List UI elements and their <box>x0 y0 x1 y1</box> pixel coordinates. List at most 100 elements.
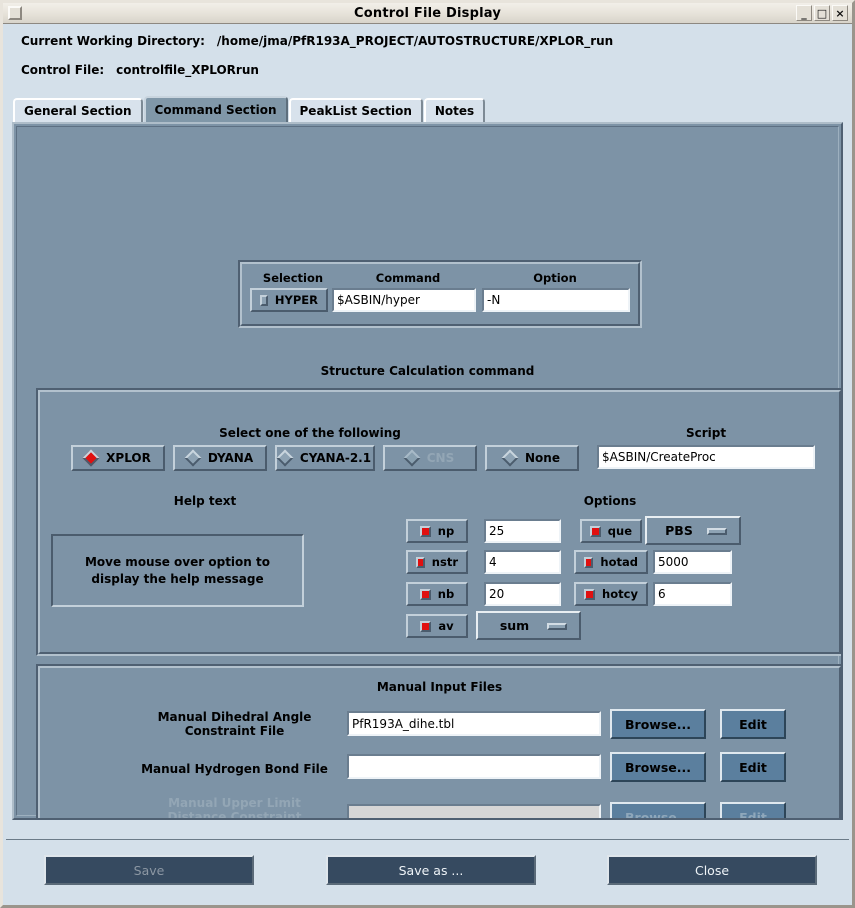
tab-general-section[interactable]: General Section <box>13 98 143 122</box>
option-que-checkbox[interactable]: que <box>580 519 642 543</box>
checkbox-icon <box>584 589 595 600</box>
hyper-label: HYPER <box>275 293 318 307</box>
radio-label: None <box>525 451 560 465</box>
option-hotcy-checkbox[interactable]: hotcy <box>574 582 648 606</box>
script-input[interactable]: $ASBIN/CreateProc <box>597 445 815 469</box>
save-as-button[interactable]: Save as ... <box>326 855 536 885</box>
checkbox-icon <box>590 526 601 537</box>
checkbox-icon <box>584 557 593 568</box>
help-text-label: Help text <box>60 494 350 508</box>
option-np-input[interactable]: 25 <box>484 519 561 543</box>
structure-calculation-title: Structure Calculation command <box>14 364 841 378</box>
minimize-icon[interactable]: _ <box>796 5 812 21</box>
radio-none[interactable]: None <box>485 445 579 471</box>
radio-label: XPLOR <box>106 451 151 465</box>
option-np-checkbox[interactable]: np <box>406 519 468 543</box>
option-label: nb <box>438 587 454 601</box>
window-title: Control File Display <box>3 6 852 21</box>
tab-notes[interactable]: Notes <box>424 98 485 122</box>
col-header-option: Option <box>480 271 630 285</box>
manual-hydrogen-bond-edit-button[interactable]: Edit <box>720 752 786 782</box>
option-nb-checkbox[interactable]: nb <box>406 582 468 606</box>
radio-diamond-icon <box>184 450 201 467</box>
tab-bar: General Section Command Section PeakList… <box>3 96 852 122</box>
manual-upper-limit-edit-button: Edit <box>720 802 786 820</box>
table-row: HYPER $ASBIN/hyper -N <box>242 285 638 312</box>
col-header-command: Command <box>336 271 480 285</box>
dropdown-indicator-icon <box>707 528 727 535</box>
label-line-2: Constraint File <box>112 724 357 738</box>
title-bar: Control File Display _ □ × <box>3 3 852 24</box>
help-text-line-1: Move mouse over option to <box>85 554 270 570</box>
tab-peaklist-section[interactable]: PeakList Section <box>289 98 423 122</box>
hyper-option-input[interactable]: -N <box>482 288 630 312</box>
structure-calculation-frame: Select one of the following XPLOR DYANA … <box>36 388 843 656</box>
manual-input-files-title: Manual Input Files <box>40 680 839 694</box>
option-av-dropdown[interactable]: sum <box>476 611 581 640</box>
label-line-1: Manual Dihedral Angle <box>112 710 357 724</box>
checkbox-icon <box>420 621 431 632</box>
cwd-value: /home/jma/PfR193A_PROJECT/AUTOSTRUCTURE/… <box>217 34 613 48</box>
option-nstr-input[interactable]: 4 <box>484 550 561 574</box>
radio-diamond-icon <box>403 450 420 467</box>
option-hotcy-input[interactable]: 6 <box>653 582 732 606</box>
radio-diamond-icon <box>276 450 293 467</box>
manual-dihedral-edit-button[interactable]: Edit <box>720 709 786 739</box>
command-table-header: Selection Command Option <box>242 264 638 285</box>
controlfile-label: Control File: <box>21 63 104 77</box>
controlfile-value: controlfile_XPLORrun <box>116 63 259 77</box>
option-label: np <box>438 524 454 538</box>
hyper-checkbox[interactable]: HYPER <box>250 288 328 312</box>
select-program-label: Select one of the following <box>60 426 560 440</box>
radio-dyana[interactable]: DYANA <box>173 445 267 471</box>
option-nstr-checkbox[interactable]: nstr <box>406 550 468 574</box>
option-que-dropdown[interactable]: PBS <box>645 516 741 545</box>
radio-label: CYANA-2.1 <box>300 451 371 465</box>
manual-hydrogen-bond-input[interactable] <box>347 754 601 779</box>
option-av-value: sum <box>500 618 529 633</box>
label-line-1: Manual Hydrogen Bond File <box>112 762 357 776</box>
manual-dihedral-input[interactable]: PfR193A_dihe.tbl <box>347 711 601 736</box>
option-hotad-checkbox[interactable]: hotad <box>574 550 648 574</box>
dropdown-indicator-icon <box>547 623 567 630</box>
radio-diamond-icon <box>83 450 100 467</box>
manual-dihedral-label: Manual Dihedral Angle Constraint File <box>112 710 357 739</box>
option-av-checkbox[interactable]: av <box>406 614 468 638</box>
option-nb-input[interactable]: 20 <box>484 582 561 606</box>
checkbox-icon <box>420 526 431 537</box>
radio-label: CNS <box>427 451 455 465</box>
label-line-2: Distance Constraint <box>112 810 357 820</box>
maximize-icon[interactable]: □ <box>814 5 830 21</box>
cwd-label: Current Working Directory: <box>21 34 205 48</box>
hyper-command-input[interactable]: $ASBIN/hyper <box>332 288 476 312</box>
manual-hydrogen-bond-browse-button[interactable]: Browse... <box>610 752 706 782</box>
window-menu-icon[interactable] <box>8 6 22 20</box>
col-header-selection: Selection <box>250 271 336 285</box>
option-que-value: PBS <box>665 523 693 538</box>
command-table: Selection Command Option HYPER $ASBIN/hy… <box>238 260 642 328</box>
checkbox-icon <box>416 557 425 568</box>
cwd-row: Current Working Directory: /home/jma/PfR… <box>21 34 852 48</box>
manual-input-files-frame: Manual Input Files Manual Dihedral Angle… <box>36 664 843 820</box>
radio-cns: CNS <box>383 445 477 471</box>
tab-command-section[interactable]: Command Section <box>144 96 288 122</box>
option-label: que <box>608 524 632 538</box>
option-label: hotad <box>600 555 638 569</box>
header-info: Current Working Directory: /home/jma/PfR… <box>3 24 852 96</box>
option-hotad-input[interactable]: 5000 <box>653 550 732 574</box>
manual-hydrogen-bond-label: Manual Hydrogen Bond File <box>112 762 357 776</box>
option-label: av <box>438 619 453 633</box>
checkbox-icon <box>260 295 268 306</box>
manual-dihedral-browse-button[interactable]: Browse... <box>610 709 706 739</box>
help-text-box: Move mouse over option to display the he… <box>51 534 304 607</box>
command-section-panel: Selection Command Option HYPER $ASBIN/hy… <box>12 122 843 820</box>
option-label: hotcy <box>602 587 638 601</box>
options-label: Options <box>510 494 710 508</box>
manual-upper-limit-label: Manual Upper Limit Distance Constraint F… <box>112 796 357 820</box>
controlfile-row: Control File: controlfile_XPLORrun <box>21 63 852 77</box>
manual-upper-limit-browse-button: Browse... <box>610 802 706 820</box>
close-icon[interactable]: × <box>832 5 848 21</box>
radio-cyana-21[interactable]: CYANA-2.1 <box>275 445 375 471</box>
close-button[interactable]: Close <box>607 855 817 885</box>
radio-xplor[interactable]: XPLOR <box>71 445 165 471</box>
